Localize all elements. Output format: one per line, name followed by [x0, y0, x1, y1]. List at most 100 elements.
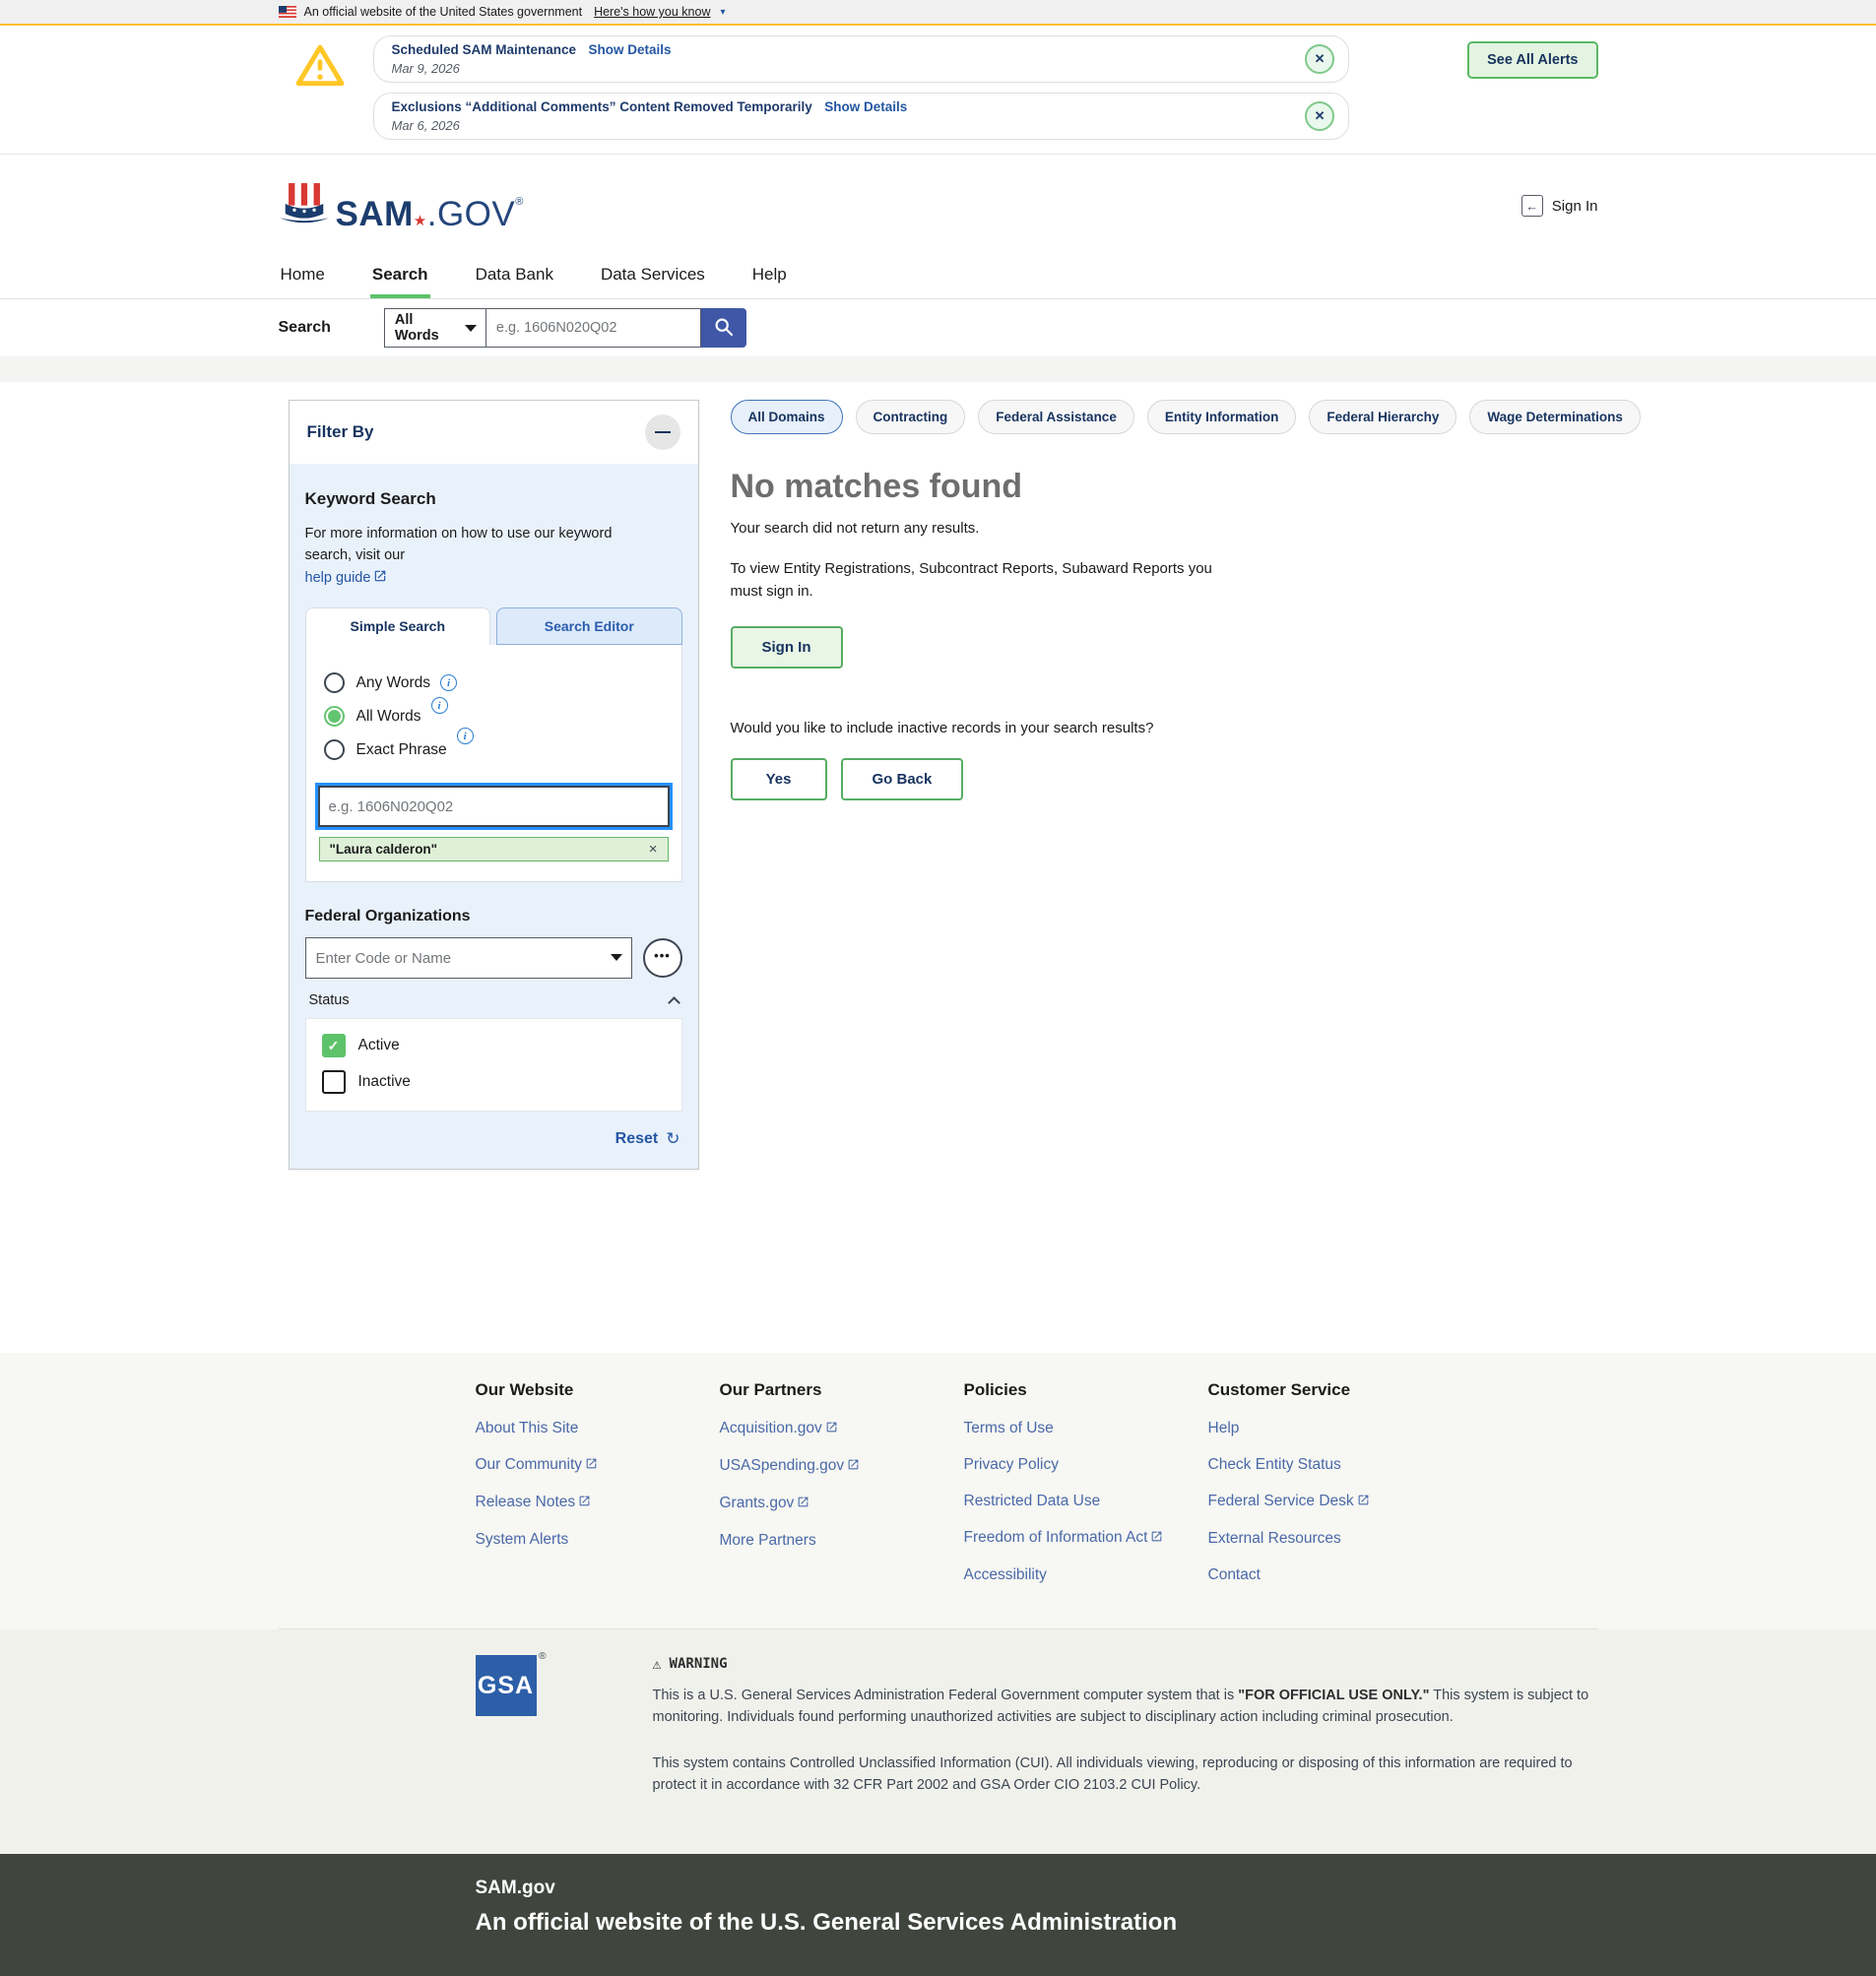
domain-tabs: All Domains Contracting Federal Assistan…	[731, 400, 1641, 434]
nav-item-help[interactable]: Help	[750, 257, 789, 298]
tab-simple-search[interactable]: Simple Search	[305, 607, 491, 645]
radio-exact-phrase[interactable]	[324, 739, 345, 760]
footer-link[interactable]: Freedom of Information Act	[964, 1529, 1208, 1548]
nav-item-data-bank[interactable]: Data Bank	[474, 257, 555, 298]
sign-in-button[interactable]: Sign In	[731, 626, 843, 669]
chevron-down-icon: ▾	[721, 7, 726, 18]
footer-link[interactable]: Check Entity Status	[1208, 1456, 1453, 1474]
footer-link[interactable]: Privacy Policy	[964, 1456, 1208, 1474]
brand-star-icon: ★	[414, 213, 427, 229]
alert-show-details-link[interactable]: Show Details	[589, 42, 672, 57]
tab-search-editor[interactable]: Search Editor	[496, 607, 682, 645]
header-sign-in-link[interactable]: ← Sign In	[1521, 195, 1598, 217]
main-area: Filter By Keyword Search For more inform…	[0, 382, 1876, 1353]
yes-button[interactable]: Yes	[731, 758, 827, 800]
footer-column-our-partners: Our Partners Acquisition.gov USASpending…	[720, 1380, 964, 1603]
global-search-input[interactable]	[486, 308, 701, 348]
close-icon: ✕	[1315, 51, 1326, 67]
search-submit-button[interactable]	[701, 308, 746, 348]
radio-all-words-label: All Words	[356, 708, 421, 726]
footer-link-columns: Our Website About This Site Our Communit…	[279, 1353, 1598, 1629]
results-column: All Domains Contracting Federal Assistan…	[699, 400, 1641, 800]
caret-down-icon	[465, 325, 477, 332]
footer-link[interactable]: Accessibility	[964, 1566, 1208, 1584]
collapse-filters-button[interactable]	[645, 414, 680, 450]
help-guide-link[interactable]: help guide	[305, 570, 371, 586]
sign-in-icon: ←	[1521, 195, 1543, 217]
simple-search-box: Any Words i All Words i Exact Phrase i	[305, 645, 682, 882]
alert-close-button[interactable]: ✕	[1305, 44, 1334, 74]
chip-remove-icon[interactable]: ×	[649, 842, 658, 857]
federal-org-select[interactable]: Enter Code or Name	[305, 937, 632, 979]
gsa-logo[interactable]: GSA	[476, 1655, 537, 1716]
footer-link[interactable]: Release Notes	[476, 1494, 720, 1512]
sam-gov-logo[interactable]: SAM★.GOV®	[279, 181, 524, 231]
footer-link[interactable]: Federal Service Desk	[1208, 1493, 1453, 1511]
radio-any-words[interactable]	[324, 672, 345, 693]
external-link-icon	[585, 1457, 598, 1475]
go-back-button[interactable]: Go Back	[841, 758, 964, 800]
external-link-icon	[1150, 1530, 1163, 1548]
more-options-button[interactable]: •••	[643, 938, 682, 978]
domain-tab-all-domains[interactable]: All Domains	[731, 400, 843, 434]
refresh-icon[interactable]: ↻	[666, 1129, 679, 1149]
filter-panel: Filter By Keyword Search For more inform…	[289, 400, 699, 1170]
footer-column-our-website: Our Website About This Site Our Communit…	[476, 1380, 720, 1603]
alert-show-details-link[interactable]: Show Details	[824, 99, 907, 114]
footer-link[interactable]: Contact	[1208, 1566, 1453, 1584]
radio-exact-phrase-label: Exact Phrase	[356, 741, 447, 759]
magnifier-icon	[713, 316, 735, 341]
footer-link[interactable]: System Alerts	[476, 1531, 720, 1549]
footer-link[interactable]: Help	[1208, 1420, 1453, 1437]
warning-icon: ⚠	[653, 1655, 662, 1673]
footer-link[interactable]: Restricted Data Use	[964, 1493, 1208, 1510]
nav-item-data-services[interactable]: Data Services	[599, 257, 707, 298]
domain-tab-contracting[interactable]: Contracting	[856, 400, 966, 434]
chevron-up-icon[interactable]	[668, 996, 680, 1009]
gsa-registered-mark: ®	[539, 1651, 546, 1662]
domain-tab-wage-determinations[interactable]: Wage Determinations	[1469, 400, 1641, 434]
external-link-icon	[578, 1495, 591, 1512]
filter-body: Keyword Search For more information on h…	[290, 464, 698, 1169]
no-matches-title: No matches found	[731, 468, 1641, 506]
us-flag-icon	[279, 6, 296, 18]
alerts-section: Scheduled SAM Maintenance Show Details M…	[0, 24, 1876, 155]
how-you-know-link[interactable]: Here's how you know	[594, 5, 710, 19]
domain-tab-federal-assistance[interactable]: Federal Assistance	[978, 400, 1134, 434]
footer-link[interactable]: Terms of Use	[964, 1420, 1208, 1437]
nav-item-home[interactable]: Home	[279, 257, 327, 298]
see-all-alerts-button[interactable]: See All Alerts	[1467, 41, 1597, 79]
footer-link[interactable]: About This Site	[476, 1420, 720, 1437]
footer-link[interactable]: More Partners	[720, 1532, 964, 1550]
footer-dark: SAM.gov An official website of the U.S. …	[0, 1854, 1876, 1976]
search-type-select[interactable]: All Words	[384, 308, 486, 348]
footer-link[interactable]: USASpending.gov	[720, 1457, 964, 1476]
checkbox-row-active[interactable]: ✓ Active	[322, 1034, 666, 1057]
inactive-checkbox-label: Inactive	[358, 1073, 411, 1091]
warning-paragraph-2: This system contains Controlled Unclassi…	[653, 1753, 1598, 1797]
info-icon[interactable]: i	[431, 697, 448, 714]
footer-link[interactable]: Grants.gov	[720, 1495, 964, 1513]
no-results-subtitle: Your search did not return any results.	[731, 520, 1641, 537]
active-checkbox[interactable]: ✓	[322, 1034, 346, 1057]
uncle-sam-hat-icon	[279, 181, 330, 231]
keyword-search-input[interactable]	[318, 786, 670, 827]
reset-filters-link[interactable]: Reset	[615, 1130, 659, 1148]
nav-item-search[interactable]: Search	[370, 257, 430, 298]
alert-close-button[interactable]: ✕	[1305, 101, 1334, 131]
domain-tab-entity-information[interactable]: Entity Information	[1147, 400, 1297, 434]
alert-card-list: Scheduled SAM Maintenance Show Details M…	[373, 35, 1350, 140]
info-icon[interactable]: i	[457, 728, 474, 744]
domain-tab-federal-hierarchy[interactable]: Federal Hierarchy	[1309, 400, 1456, 434]
footer-link[interactable]: Our Community	[476, 1456, 720, 1475]
inactive-records-question: Would you like to include inactive recor…	[731, 720, 1641, 736]
site-header: SAM★.GOV® ← Sign In	[0, 155, 1876, 257]
checkbox-row-inactive[interactable]: Inactive	[322, 1070, 666, 1094]
agency-identifier-section: GSA ® ⚠ WARNING This is a U.S. General S…	[0, 1629, 1876, 1854]
inactive-checkbox[interactable]	[322, 1070, 346, 1094]
radio-all-words[interactable]	[324, 706, 345, 727]
info-icon[interactable]: i	[440, 674, 457, 691]
footer-link[interactable]: Acquisition.gov	[720, 1420, 964, 1438]
footer-link[interactable]: External Resources	[1208, 1530, 1453, 1548]
external-link-icon	[825, 1421, 838, 1438]
